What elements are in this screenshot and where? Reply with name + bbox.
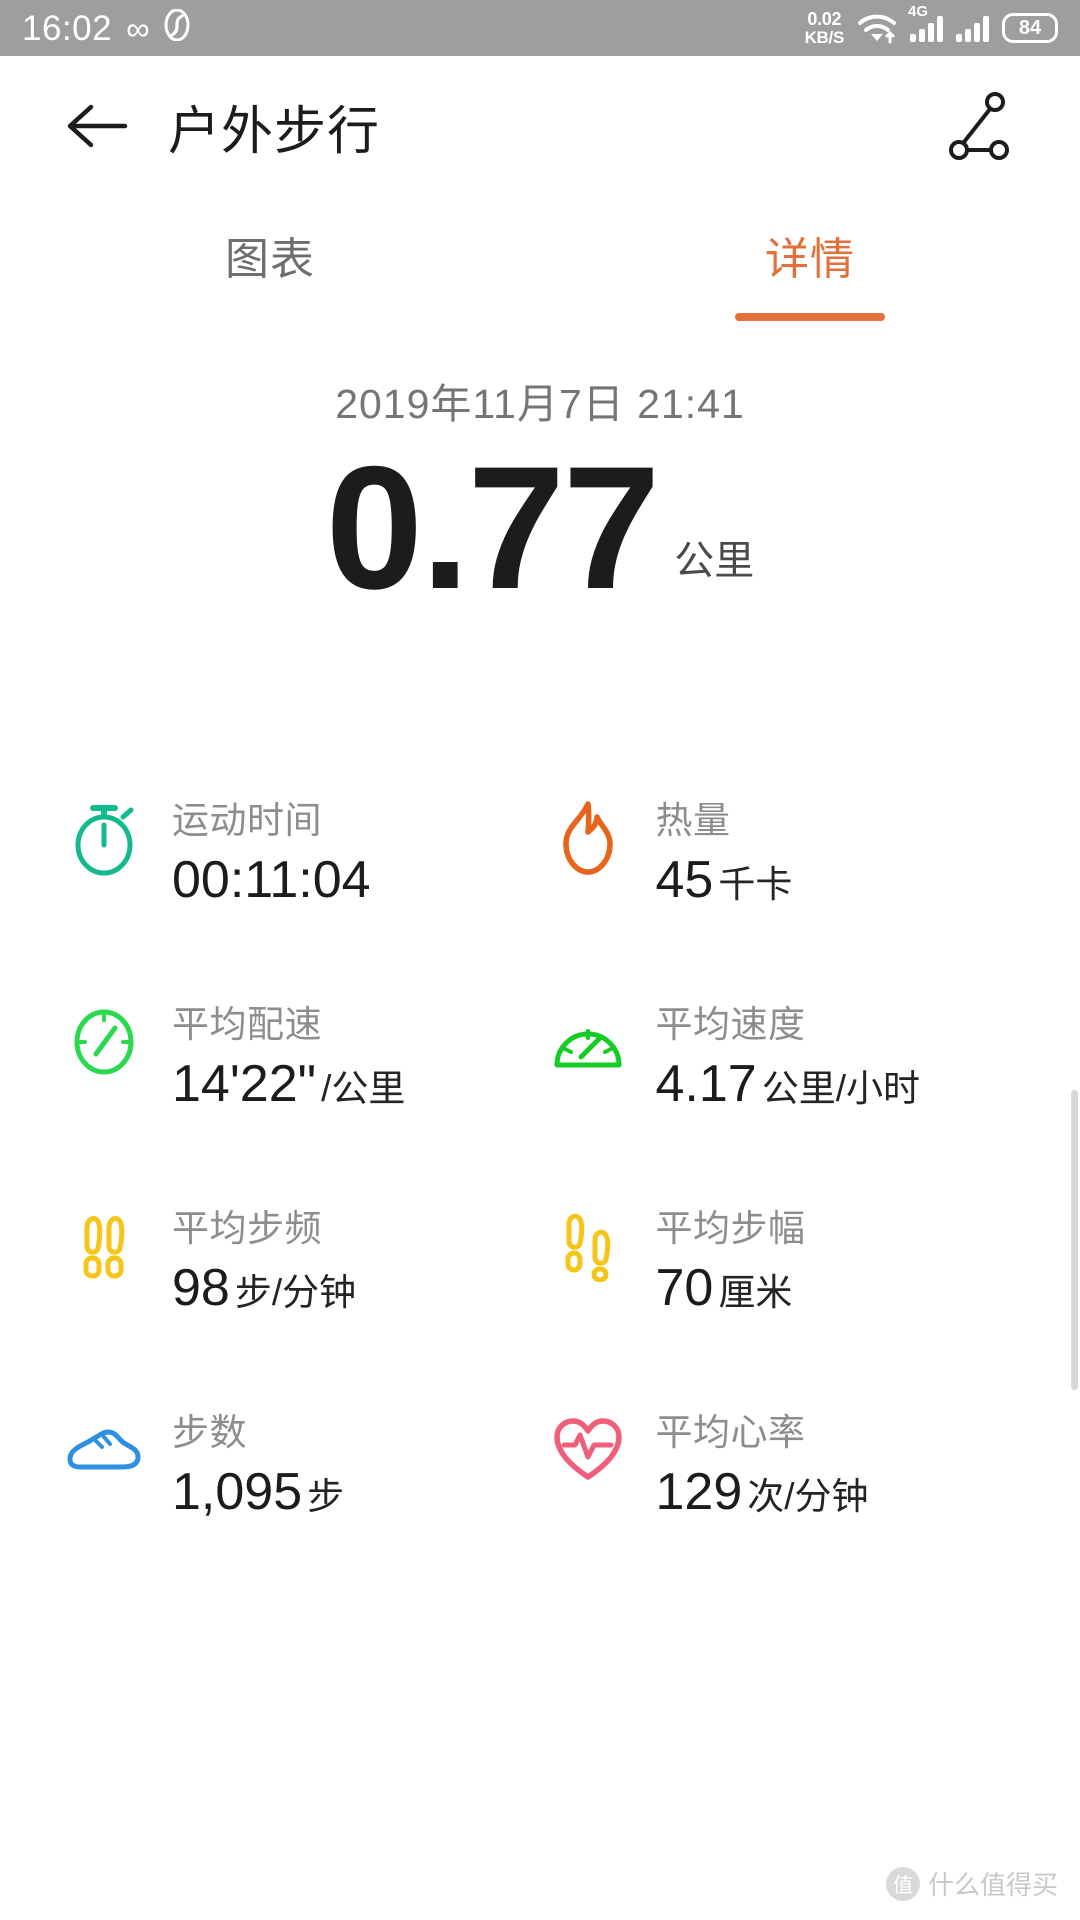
- pace-gauge-icon: [58, 994, 150, 1090]
- stat-calories-unit: 千卡: [718, 864, 793, 905]
- footsteps-icon: [58, 1198, 150, 1294]
- stat-avg-heart-rate-value: 129: [655, 1463, 743, 1521]
- stat-avg-pace: 平均配速 14'22" /公里: [58, 994, 542, 1114]
- stopwatch-icon: [58, 790, 150, 886]
- stat-duration-value: 00:11:04: [172, 851, 371, 909]
- tab-details[interactable]: 详情: [540, 205, 1080, 325]
- distance-unit: 公里: [674, 539, 755, 584]
- back-button[interactable]: [60, 89, 134, 163]
- stat-avg-stride-text: 平均步幅 70 厘米: [656, 1198, 806, 1318]
- stat-steps-label: 步数: [172, 1412, 247, 1453]
- cellular-signal-1-icon: 4G: [908, 3, 943, 42]
- tab-chart[interactable]: 图表: [0, 205, 540, 325]
- stat-avg-cadence: 平均步频 98 步/分钟: [58, 1198, 542, 1318]
- cellular-signal-2-icon: [956, 15, 989, 42]
- stride-icon: [542, 1198, 634, 1294]
- watermark-text: 什么值得买: [927, 1870, 1058, 1900]
- stat-avg-cadence-label: 平均步频: [172, 1208, 322, 1249]
- stats-grid: 运动时间 00:11:04 热量 45 千卡 平均配速 14'22" /公里 平…: [0, 790, 1080, 1522]
- stat-avg-cadence-value: 98: [172, 1259, 230, 1317]
- stat-avg-speed: 平均速度 4.17 公里/小时: [542, 994, 1026, 1114]
- watermark: 值 什么值得买: [885, 1865, 1058, 1902]
- stat-avg-cadence-text: 平均步频 98 步/分钟: [172, 1198, 356, 1318]
- tab-chart-label: 图表: [225, 235, 315, 284]
- stat-avg-pace-unit: /公里: [321, 1068, 406, 1109]
- stat-calories-value: 45: [655, 851, 714, 909]
- summary-header: 2019年11月7日 21:41 0.77 公里: [0, 370, 1080, 626]
- wifi-icon: [857, 12, 897, 44]
- status-bar-left: 16:02 ∞: [22, 8, 190, 48]
- status-bar: 16:02 ∞ 0.02 KB/S 4G 84: [0, 0, 1080, 56]
- speed-gauge-icon: [542, 994, 634, 1090]
- stat-avg-pace-label: 平均配速: [172, 1004, 322, 1045]
- battery-icon: 84: [1002, 13, 1058, 43]
- stat-duration-text: 运动时间 00:11:04: [172, 790, 376, 910]
- stat-avg-speed-label: 平均速度: [655, 1004, 806, 1045]
- stat-avg-speed-unit: 公里/小时: [761, 1068, 920, 1109]
- stat-steps: 步数 1,095 步: [58, 1402, 542, 1522]
- share-button[interactable]: [940, 86, 1020, 166]
- stat-avg-heart-rate: 平均心率 129 次/分钟: [542, 1402, 1026, 1522]
- vertical-scrollbar[interactable]: [1071, 1090, 1078, 1390]
- tab-details-label: 详情: [765, 235, 855, 284]
- stat-avg-heart-rate-label: 平均心率: [655, 1412, 806, 1453]
- stat-calories-text: 热量 45 千卡: [656, 790, 793, 910]
- tab-chart-underline: [195, 313, 345, 321]
- app-badge-icon: [164, 8, 190, 47]
- infinity-icon: ∞: [126, 9, 150, 47]
- stat-avg-pace-value: 14'22": [172, 1055, 317, 1113]
- shoe-icon: [58, 1402, 150, 1498]
- stat-duration-label: 运动时间: [172, 800, 322, 841]
- stat-avg-stride: 平均步幅 70 厘米: [542, 1198, 1026, 1318]
- tab-bar: 图表 详情: [0, 205, 1080, 325]
- status-clock: 16:02: [22, 8, 113, 48]
- stat-steps-unit: 步: [307, 1476, 345, 1517]
- stat-calories: 热量 45 千卡: [542, 790, 1026, 910]
- stat-avg-speed-value: 4.17: [655, 1055, 757, 1113]
- stat-duration: 运动时间 00:11:04: [58, 790, 542, 910]
- stat-avg-stride-label: 平均步幅: [655, 1208, 806, 1249]
- distance-value: 0.77: [325, 431, 661, 626]
- flame-icon: [542, 790, 634, 886]
- stat-calories-label: 热量: [655, 800, 731, 841]
- tab-details-underline: [735, 313, 885, 321]
- stat-avg-stride-value: 70: [655, 1259, 714, 1317]
- watermark-badge: 值: [885, 1866, 920, 1901]
- stat-avg-stride-unit: 厘米: [718, 1272, 793, 1313]
- stat-steps-text: 步数 1,095 步: [172, 1402, 344, 1522]
- network-rate: 0.02 KB/S: [804, 9, 845, 47]
- heart-pulse-icon: [542, 1402, 634, 1498]
- activity-datetime: 2019年11月7日 21:41: [335, 381, 745, 427]
- stat-avg-cadence-unit: 步/分钟: [234, 1272, 357, 1313]
- stat-avg-speed-text: 平均速度 4.17 公里/小时: [656, 994, 921, 1114]
- stat-avg-heart-rate-unit: 次/分钟: [747, 1476, 869, 1517]
- app-bar: 户外步行: [0, 56, 1080, 196]
- status-bar-right: 0.02 KB/S 4G 84: [804, 3, 1058, 47]
- stat-steps-value: 1,095: [172, 1463, 303, 1521]
- stat-avg-heart-rate-text: 平均心率 129 次/分钟: [656, 1402, 869, 1522]
- stat-avg-pace-text: 平均配速 14'22" /公里: [172, 994, 405, 1114]
- page-title: 户外步行: [168, 102, 381, 161]
- distance-display: 0.77 公里: [325, 431, 755, 626]
